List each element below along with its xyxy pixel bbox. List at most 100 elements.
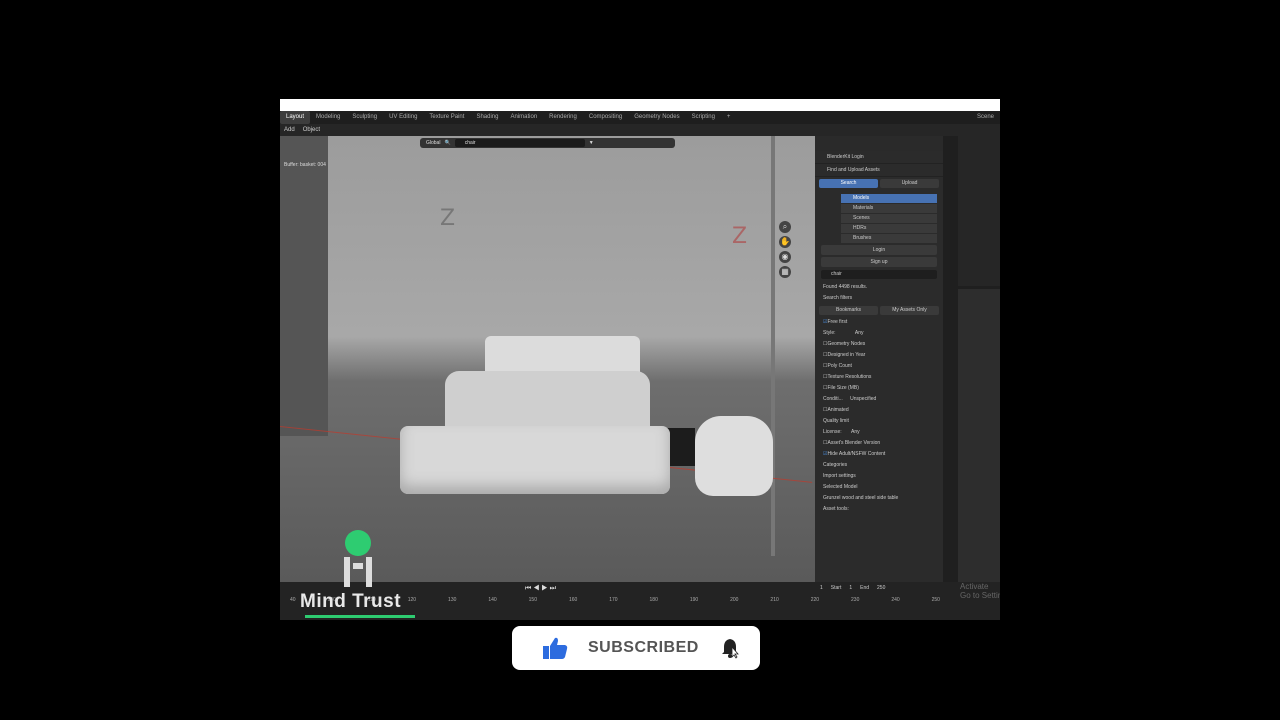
asset-search-toolbar: Global 🔍 chair ▼ xyxy=(420,138,675,148)
tab-sculpting[interactable]: Sculpting xyxy=(346,111,383,124)
tick-label: 180 xyxy=(649,597,658,603)
designed-year-checkbox[interactable]: Designed in Year xyxy=(815,350,943,361)
category-brushes[interactable]: Brushes xyxy=(841,234,937,243)
filter-icon[interactable]: ▼ xyxy=(589,140,594,146)
add-workspace-button[interactable]: + xyxy=(721,111,737,124)
start-frame-field[interactable]: 1 xyxy=(849,585,852,591)
pan-hand-icon[interactable]: ✋ xyxy=(779,236,791,248)
texture-resolution-checkbox[interactable]: Texture Resolutions xyxy=(815,372,943,383)
search-filters-toggle[interactable]: Search filters xyxy=(815,293,943,304)
license-row: License: Any xyxy=(815,427,943,438)
camera-icon[interactable]: ◉ xyxy=(779,251,791,263)
tick-label: 230 xyxy=(851,597,860,603)
tick-label: 160 xyxy=(568,597,578,603)
quality-limit-slider[interactable]: Quality limit xyxy=(815,416,943,427)
mind-trust-emblem xyxy=(344,530,372,587)
free-first-checkbox[interactable]: Free first xyxy=(815,317,943,328)
license-label: License: xyxy=(823,429,842,435)
transform-orientation[interactable]: Global xyxy=(426,140,440,146)
import-settings-toggle[interactable]: Import settings xyxy=(815,471,943,482)
frame-range: 1 Start 1 End 250 xyxy=(820,585,885,591)
tick-label: 240 xyxy=(891,597,900,603)
workspace-tabs: Layout Modeling Sculpting UV Editing Tex… xyxy=(280,111,1000,124)
asset-tools-label: Asset tools: xyxy=(823,506,849,512)
category-scenes[interactable]: Scenes xyxy=(841,214,937,223)
search-icon: 🔍 xyxy=(444,140,451,146)
blender-window: Layout Modeling Sculpting UV Editing Tex… xyxy=(280,99,1000,620)
chair-model[interactable] xyxy=(695,416,773,496)
blender-version-checkbox[interactable]: Asset's Blender Version xyxy=(815,438,943,449)
poly-count-checkbox[interactable]: Poly Count xyxy=(815,361,943,372)
logo-underline xyxy=(305,615,415,618)
my-assets-button[interactable]: My Assets Only xyxy=(880,306,939,315)
animated-checkbox[interactable]: Animated xyxy=(815,405,943,416)
menu-add[interactable]: Add xyxy=(280,127,299,133)
condition-dropdown[interactable]: Unspecified xyxy=(850,396,876,402)
signup-button[interactable]: Sign up xyxy=(821,257,937,267)
tab-geometry-nodes[interactable]: Geometry Nodes xyxy=(628,111,685,124)
menu-object[interactable]: Object xyxy=(299,127,324,133)
tab-search[interactable]: Search xyxy=(819,179,878,188)
tick-label: 170 xyxy=(609,597,618,603)
category-models[interactable]: Models xyxy=(841,194,937,203)
tick-label: 210 xyxy=(770,597,779,603)
bell-icon[interactable] xyxy=(719,637,741,659)
zoom-icon[interactable]: ⌕ xyxy=(779,221,791,233)
file-size-checkbox[interactable]: File Size (MB) xyxy=(815,383,943,394)
outliner-panel[interactable] xyxy=(958,136,1000,286)
bookmarks-button[interactable]: Bookmarks xyxy=(819,306,878,315)
category-materials[interactable]: Materials xyxy=(841,204,937,213)
top-strip xyxy=(280,99,1000,111)
tab-modeling[interactable]: Modeling xyxy=(310,111,346,124)
selected-model-name: Grunzel wood and steel side table xyxy=(823,495,899,501)
tab-uv-editing[interactable]: UV Editing xyxy=(383,111,423,124)
selected-model-header[interactable]: Selected Model xyxy=(815,482,943,493)
condition-row: Conditi... Unspecified xyxy=(815,394,943,405)
category-hdrs[interactable]: HDRs xyxy=(841,224,937,233)
grid-icon[interactable]: ▦ xyxy=(779,266,791,278)
viewport-menubar: Add Object xyxy=(280,124,1000,136)
navigation-gizmo[interactable]: ⌕ ✋ ◉ ▦ xyxy=(765,161,805,278)
tick-label: 40 xyxy=(290,597,296,603)
3d-viewport[interactable]: Buffer: basket: 004 Z Z ⌕ ✋ ◉ ▦ xyxy=(280,136,815,582)
playback-controls[interactable]: ⏮ ◀ ▶ ⏭ xyxy=(525,585,556,593)
blenderkit-panel: BlenderKit Login Find and Upload Assets … xyxy=(815,151,943,582)
tab-layout[interactable]: Layout xyxy=(280,111,311,124)
bed-model[interactable] xyxy=(400,336,670,496)
login-header[interactable]: BlenderKit Login xyxy=(815,151,943,164)
tab-upload[interactable]: Upload xyxy=(880,179,939,188)
style-row: Style: Any xyxy=(815,328,943,339)
results-count: Found 4498 results. xyxy=(823,284,868,290)
asset-search-input[interactable]: chair xyxy=(454,139,585,147)
start-label: Start xyxy=(830,585,842,591)
bed-base xyxy=(400,426,670,494)
tab-animation[interactable]: Animation xyxy=(504,111,543,124)
thumbs-up-icon xyxy=(543,637,568,659)
tab-shading[interactable]: Shading xyxy=(470,111,504,124)
chair-z-label: Z xyxy=(732,224,748,249)
hide-nsfw-checkbox[interactable]: Hide Adult/NSFW Content xyxy=(815,449,943,460)
end-frame-field[interactable]: 250 xyxy=(877,585,885,591)
tick-label: 150 xyxy=(528,597,537,603)
tick-label: 190 xyxy=(689,597,699,603)
subscribe-button[interactable]: SUBSCRIBED xyxy=(512,626,760,670)
tab-rendering[interactable]: Rendering xyxy=(543,111,583,124)
style-dropdown[interactable]: Any xyxy=(855,330,864,336)
login-button[interactable]: Login xyxy=(821,245,937,255)
properties-panel[interactable] xyxy=(958,289,1000,589)
tab-scripting[interactable]: Scripting xyxy=(686,111,721,124)
categories-toggle[interactable]: Categories xyxy=(815,460,943,471)
end-label: End xyxy=(860,585,870,591)
tick-label: 220 xyxy=(810,597,820,603)
tick-label: 200 xyxy=(730,597,739,603)
tick-label: 130 xyxy=(448,597,457,603)
find-assets-header[interactable]: Find and Upload Assets xyxy=(815,164,943,177)
viewport-overlay-text: Buffer: basket: 004 xyxy=(284,162,326,168)
scene-selector[interactable]: Scene xyxy=(971,111,1000,124)
license-dropdown[interactable]: Any xyxy=(851,429,860,435)
current-frame-field[interactable]: 1 xyxy=(820,585,823,591)
geometry-nodes-checkbox[interactable]: Geometry Nodes xyxy=(815,339,943,350)
panel-search-input[interactable]: chair xyxy=(821,270,937,279)
tab-texture-paint[interactable]: Texture Paint xyxy=(423,111,470,124)
tab-compositing[interactable]: Compositing xyxy=(583,111,628,124)
